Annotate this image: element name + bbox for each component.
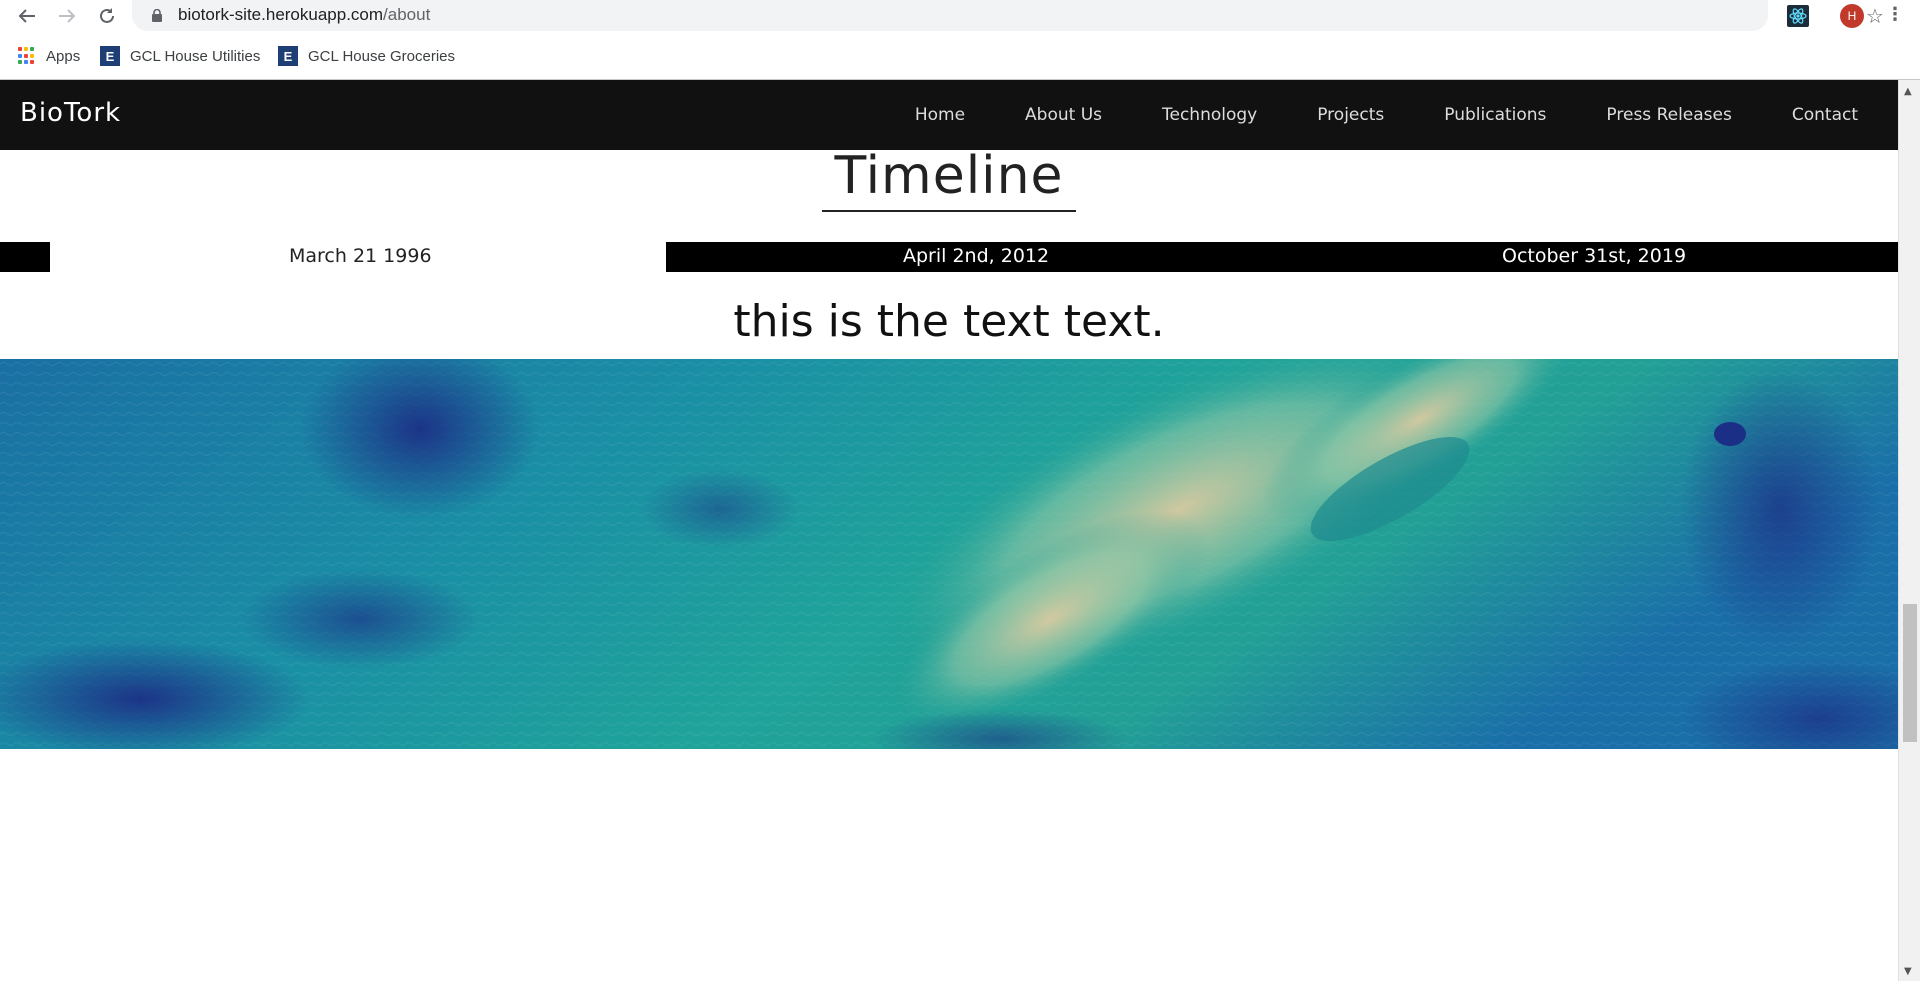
timeline-marker-left	[0, 242, 50, 272]
timeline-bar: March 21 1996 April 2nd, 2012 October 31…	[0, 242, 1898, 272]
hero-image	[0, 359, 1898, 749]
bookmarks-bar: Apps E GCL House Utilities E GCL House G…	[0, 42, 1920, 70]
bookmark-gcl-house-utilities[interactable]: E GCL House Utilities	[100, 42, 260, 70]
browser-toolbar: biotork-site.herokuapp.com/about ☆ H ⋮	[0, 0, 1920, 32]
nav-links: Home About Us Technology Projects Public…	[915, 80, 1898, 150]
browser-chrome: biotork-site.herokuapp.com/about ☆ H ⋮ A…	[0, 0, 1920, 80]
e-bookmark-icon: E	[278, 46, 298, 66]
lock-icon	[152, 9, 162, 22]
bookmark-label: GCL House Groceries	[308, 47, 455, 65]
apps-grid-icon	[18, 47, 36, 65]
url-path: /about	[383, 5, 431, 24]
timeline-date-3[interactable]: October 31st, 2019	[1502, 245, 1686, 267]
timeline-date-2[interactable]: April 2nd, 2012	[903, 245, 1049, 267]
timeline-title: Timeline	[822, 146, 1076, 212]
bookmark-label: Apps	[46, 47, 81, 65]
timeline-date-1[interactable]: March 21 1996	[289, 245, 432, 267]
bookmark-label: GCL House Utilities	[130, 47, 261, 65]
nav-press-releases[interactable]: Press Releases	[1606, 105, 1731, 125]
scroll-down-arrow-icon[interactable]: ▼	[1904, 966, 1912, 977]
nav-publications[interactable]: Publications	[1444, 105, 1546, 125]
nav-home[interactable]: Home	[915, 105, 965, 125]
nav-about-us[interactable]: About Us	[1025, 105, 1102, 125]
kebab-menu-icon[interactable]: ⋮	[1886, 4, 1904, 25]
bookmark-star-icon[interactable]: ☆	[1866, 4, 1884, 28]
react-devtools-icon[interactable]	[1787, 5, 1809, 27]
reload-icon	[100, 8, 114, 23]
address-bar[interactable]: biotork-site.herokuapp.com/about ☆	[132, 0, 1884, 31]
arrow-right-icon	[59, 9, 76, 23]
back-button[interactable]	[14, 4, 40, 28]
nav-contact[interactable]: Contact	[1792, 105, 1858, 125]
reload-button[interactable]	[94, 4, 120, 28]
arrow-left-icon	[18, 9, 35, 23]
timeline-description: this is the text text.	[733, 296, 1165, 347]
site-navbar: BioTork Home About Us Technology Project…	[0, 80, 1898, 150]
timeline-heading: Timeline	[0, 146, 1898, 212]
nav-projects[interactable]: Projects	[1317, 105, 1384, 125]
page-scrollbar[interactable]: ▲ ▼	[1898, 80, 1920, 981]
e-bookmark-icon: E	[100, 46, 120, 66]
url-host: biotork-site.herokuapp.com	[178, 5, 384, 24]
forward-button[interactable]	[54, 4, 80, 28]
scroll-up-arrow-icon[interactable]: ▲	[1904, 86, 1912, 97]
bookmark-apps[interactable]: Apps	[18, 42, 80, 70]
bookmark-gcl-house-groceries[interactable]: E GCL House Groceries	[278, 42, 455, 70]
nav-technology[interactable]: Technology	[1162, 105, 1257, 125]
profile-avatar[interactable]: H	[1840, 4, 1864, 28]
brand-logo[interactable]: BioTork	[20, 98, 121, 128]
scrollbar-thumb[interactable]	[1903, 604, 1917, 742]
url-text[interactable]: biotork-site.herokuapp.com/about	[178, 5, 430, 25]
timeline-marker-right	[666, 242, 1898, 272]
